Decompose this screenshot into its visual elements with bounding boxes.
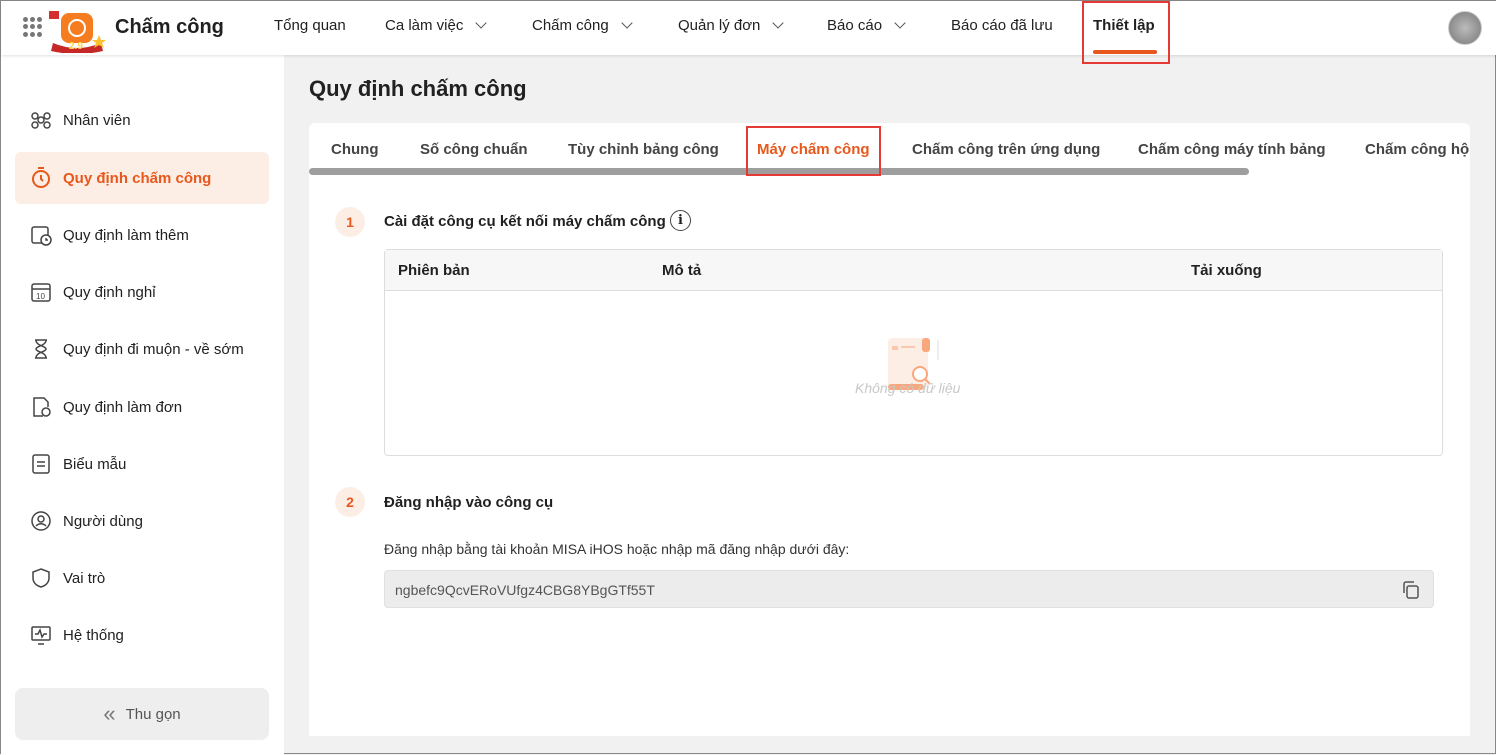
monitor-pulse-icon <box>31 626 51 645</box>
sidebar-item-employees[interactable]: Nhân viên <box>15 94 269 146</box>
chevron-down-icon <box>772 17 785 29</box>
chevron-down-icon <box>621 17 633 29</box>
sidebar-item-system[interactable]: Hệ thống <box>15 609 269 661</box>
sidebar-item-roles[interactable]: Vai trò <box>15 552 269 604</box>
login-code: ngbefc9QcvERoVUfgz4CBG8YBgGTf55T <box>395 582 655 598</box>
top-bar: 2.9 Chấm công Tổng quan Ca làm việc Chấm… <box>1 1 1496 55</box>
svg-text:2.9: 2.9 <box>69 41 83 52</box>
tab-general[interactable]: Chung <box>331 141 378 158</box>
document-icon <box>32 454 50 474</box>
nav-shifts[interactable]: Ca làm việc <box>385 17 488 34</box>
column-header: Mô tả <box>662 262 702 279</box>
app-grid-icon[interactable] <box>23 17 43 37</box>
nav-settings[interactable]: Thiết lập <box>1093 17 1155 34</box>
tab-timekeeping-machine[interactable]: Máy chấm công <box>757 141 870 158</box>
double-chevron-left-icon: « <box>103 701 116 726</box>
tabs-scrollbar[interactable] <box>309 168 1249 175</box>
stopwatch-icon <box>32 167 50 188</box>
calendar-icon: 10 <box>31 283 51 302</box>
nav-requests[interactable]: Quản lý đơn <box>678 17 785 34</box>
sidebar-item-templates[interactable]: Biểu mẫu <box>15 438 269 490</box>
tab-app-timekeeping[interactable]: Chấm công trên ứng dụng <box>912 141 1100 158</box>
shield-icon <box>32 568 50 588</box>
tab-proxy-timekeeping[interactable]: Chấm công hộ <box>1365 141 1469 158</box>
svg-text:10: 10 <box>36 292 45 301</box>
sidebar-item-leave-rules[interactable]: 10 Quy định nghỉ <box>15 266 269 318</box>
section-title: Cài đặt công cụ kết nối máy chấm công <box>384 213 666 230</box>
info-icon[interactable]: i <box>670 210 691 231</box>
nav-timekeeping[interactable]: Chấm công <box>532 17 633 34</box>
section-title: Đăng nhập vào công cụ <box>384 494 554 511</box>
step-number: 2 <box>335 487 365 517</box>
table-header: Phiên bản Mô tả Tải xuống <box>385 250 1442 291</box>
document-clock-icon <box>33 397 51 417</box>
column-header: Phiên bản <box>398 262 470 279</box>
column-header: Tải xuống <box>1191 262 1262 279</box>
nav-reports[interactable]: Báo cáo <box>827 17 906 34</box>
copy-icon[interactable] <box>1401 580 1421 600</box>
user-circle-icon <box>31 511 51 531</box>
chevron-down-icon <box>894 17 906 29</box>
sidebar-item-request-rules[interactable]: Quy định làm đơn <box>15 381 269 433</box>
login-code-field[interactable]: ngbefc9QcvERoVUfgz4CBG8YBgGTf55T <box>384 570 1434 608</box>
sidebar-item-users[interactable]: Người dùng <box>15 495 269 547</box>
sidebar-item-timekeeping-rules[interactable]: Quy định chấm công <box>15 152 269 204</box>
page-title: Quy định chấm công <box>309 76 527 101</box>
tab-bar: Chung Số công chuẩn Tùy chỉnh bảng công … <box>309 123 1470 176</box>
nav-overview[interactable]: Tổng quan <box>274 17 346 34</box>
sidebar: Nhân viên Quy định chấm công Quy định là… <box>1 55 284 755</box>
tab-custom-timesheet[interactable]: Tùy chỉnh bảng công <box>568 141 719 158</box>
active-nav-indicator <box>1093 50 1157 54</box>
chevron-down-icon <box>475 17 488 29</box>
tab-tablet-timekeeping[interactable]: Chấm công máy tính bảng <box>1138 141 1326 158</box>
empty-state-text: Không có dữ liệu <box>855 380 961 396</box>
collapse-sidebar-button[interactable]: «Thu gọn <box>15 688 269 740</box>
sidebar-item-overtime-rules[interactable]: Quy định làm thêm <box>15 209 269 261</box>
sidebar-item-late-early-rules[interactable]: Quy định đi muộn - về sớm <box>15 323 269 375</box>
tab-standard-workdays[interactable]: Số công chuẩn <box>420 141 528 158</box>
app-logo: 2.9 <box>49 11 106 53</box>
step-number: 1 <box>335 207 365 237</box>
nav-saved-reports[interactable]: Báo cáo đã lưu <box>951 17 1053 34</box>
avatar[interactable] <box>1448 11 1482 45</box>
login-description: Đăng nhập bằng tài khoản MISA iHOS hoặc … <box>384 541 850 557</box>
hourglass-icon <box>35 339 47 359</box>
app-title: Chấm công <box>115 16 224 38</box>
calendar-clock-icon <box>31 226 52 246</box>
download-table: Phiên bản Mô tả Tải xuống Không có dữ li… <box>384 249 1443 456</box>
users-icon <box>31 112 51 129</box>
